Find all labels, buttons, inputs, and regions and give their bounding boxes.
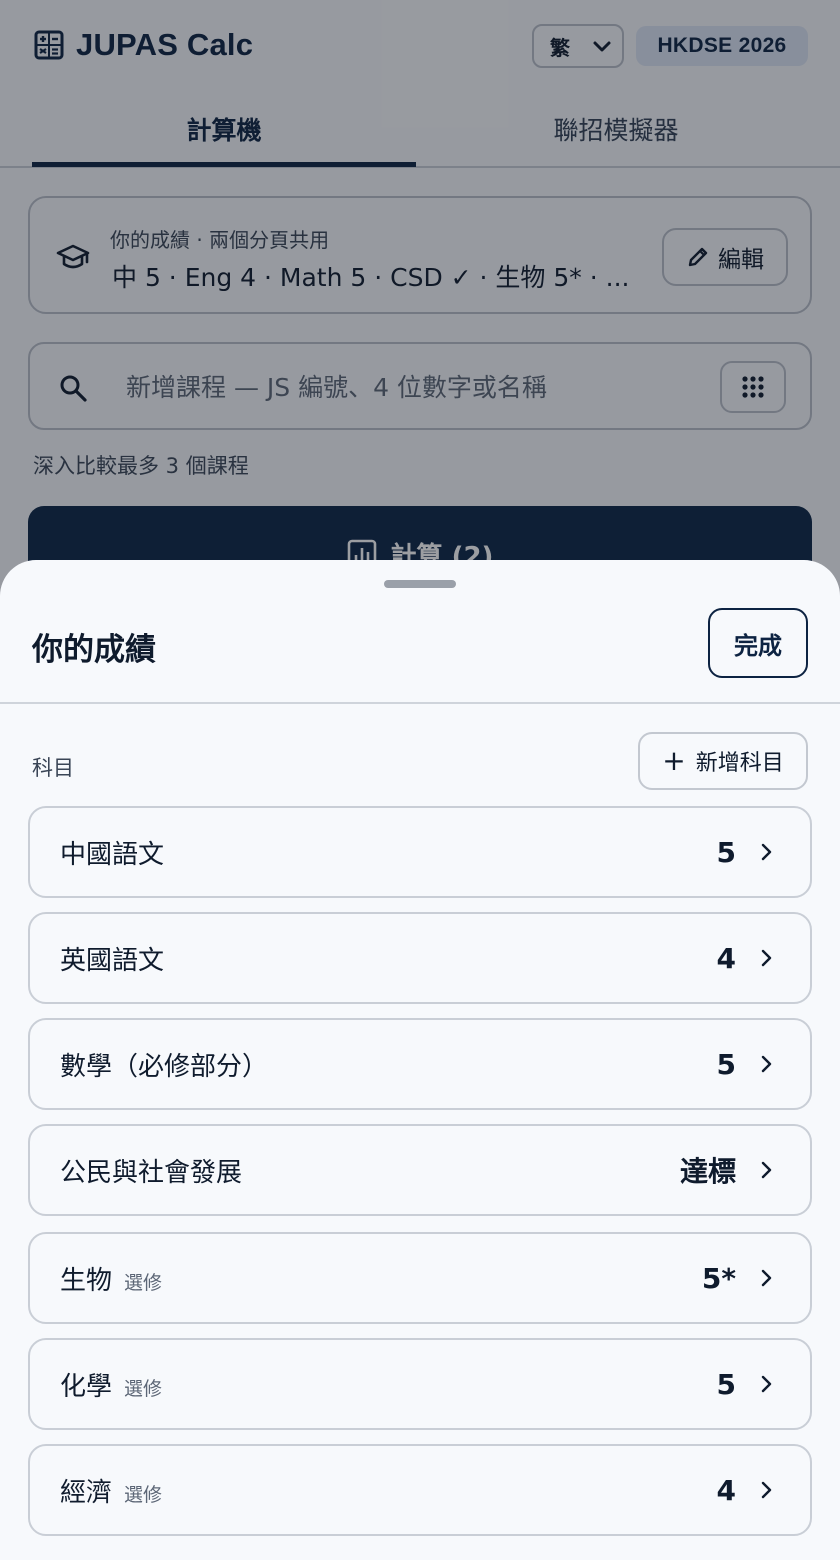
subject-grade: 達標 xyxy=(679,1155,736,1188)
chevron-right-icon xyxy=(761,1055,772,1073)
subject-name: 數學（必修部分） xyxy=(60,1051,269,1082)
subject-name: 生物 xyxy=(60,1265,113,1296)
done-button[interactable]: 完成 xyxy=(708,608,808,678)
subject-grade: 5 xyxy=(716,1367,736,1401)
subject-name-wrap: 中國語文 xyxy=(60,808,176,896)
subject-name-wrap: 公民與社會發展 xyxy=(60,1126,254,1214)
subject-row[interactable]: 經濟 選修 4 xyxy=(28,1444,812,1536)
subject-grade: 5 xyxy=(716,835,736,869)
chevron-right-icon xyxy=(761,1375,772,1393)
subject-name: 中國語文 xyxy=(60,839,165,870)
chevron-right-icon xyxy=(761,843,772,861)
subject-name-wrap: 生物 選修 xyxy=(60,1234,162,1322)
subject-grade: 4 xyxy=(716,941,736,975)
subjects-label: 科目 xyxy=(32,756,74,780)
subject-row[interactable]: 生物 選修 5* xyxy=(28,1232,812,1324)
subject-tag: 選修 xyxy=(124,1483,163,1506)
sheet-drag-handle[interactable] xyxy=(384,580,456,588)
subject-grade: 4 xyxy=(716,1473,736,1507)
subject-row[interactable]: 公民與社會發展 達標 xyxy=(28,1124,812,1216)
subject-grade: 5* xyxy=(701,1261,736,1295)
sheet-title: 你的成績 xyxy=(32,632,156,668)
chevron-right-icon xyxy=(761,949,772,967)
subject-name: 公民與社會發展 xyxy=(60,1157,243,1188)
subject-name-wrap: 化學 選修 xyxy=(60,1340,162,1428)
chevron-right-icon xyxy=(761,1269,772,1287)
subject-grade: 5 xyxy=(716,1047,736,1081)
subject-row[interactable]: 中國語文 5 xyxy=(28,806,812,898)
scores-bottom-sheet: 你的成績 完成 科目 + 新增科目 中國語文 5 英國語文 4 數學（必修部分）… xyxy=(0,560,840,1560)
subject-name: 英國語文 xyxy=(60,945,165,976)
subject-name-wrap: 經濟 選修 xyxy=(60,1446,162,1534)
subject-tag: 選修 xyxy=(124,1271,163,1294)
chevron-right-icon xyxy=(761,1481,772,1499)
chevron-right-icon xyxy=(761,1161,772,1179)
add-subject-label: 新增科目 xyxy=(695,751,784,776)
subject-name: 化學 xyxy=(60,1371,113,1402)
subject-name-wrap: 英國語文 xyxy=(60,914,176,1002)
plus-icon: + xyxy=(662,744,686,777)
subject-row[interactable]: 數學（必修部分） 5 xyxy=(28,1018,812,1110)
subject-row[interactable]: 英國語文 4 xyxy=(28,912,812,1004)
sheet-divider xyxy=(0,702,840,704)
subject-tag: 選修 xyxy=(124,1377,163,1400)
add-subject-button[interactable]: + 新增科目 xyxy=(638,732,808,790)
subject-row[interactable]: 化學 選修 5 xyxy=(28,1338,812,1430)
subject-name-wrap: 數學（必修部分） xyxy=(60,1020,280,1108)
subject-name: 經濟 xyxy=(60,1477,113,1508)
